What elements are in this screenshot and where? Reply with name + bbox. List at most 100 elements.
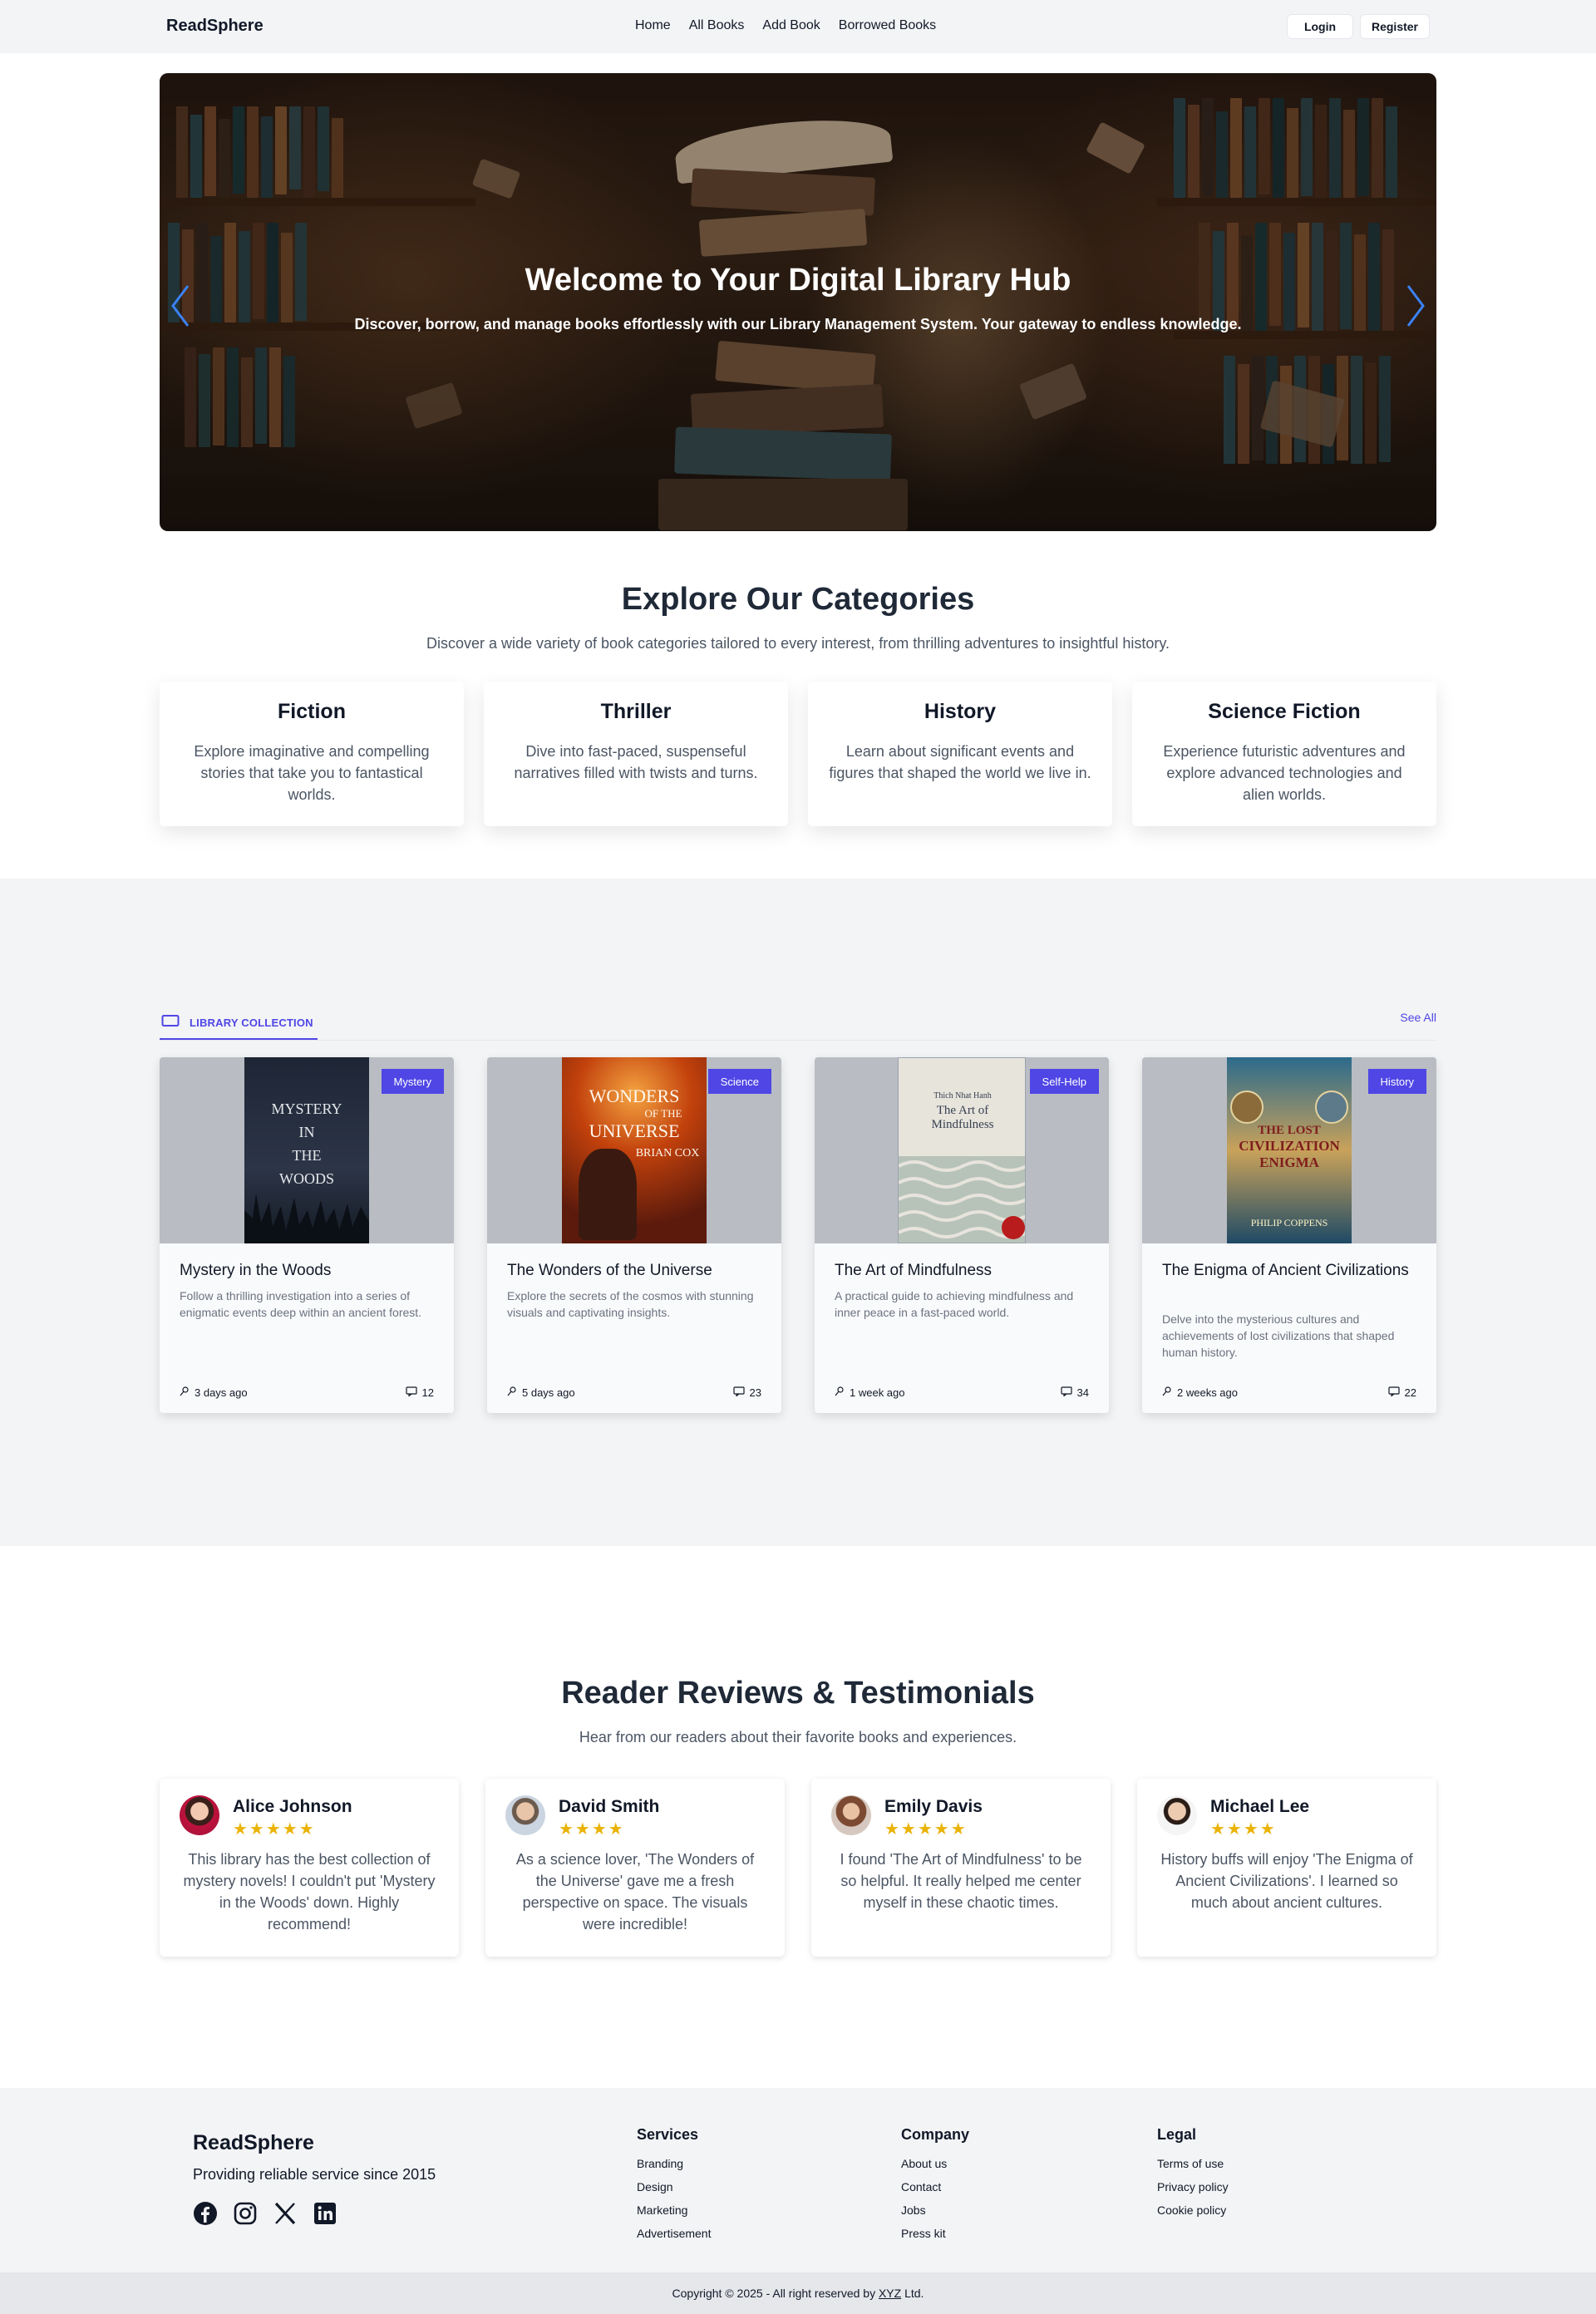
review-card: Michael Lee ★★★★ History buffs will enjo… — [1137, 1779, 1436, 1957]
nav-link-borrowed-books[interactable]: Borrowed Books — [839, 18, 936, 33]
footer-link[interactable]: Advertisement — [637, 2222, 711, 2245]
footer-link[interactable]: Terms of use — [1157, 2152, 1229, 2175]
comment-count: 22 — [1404, 1386, 1416, 1399]
hero-carousel: Welcome to Your Digital Library Hub Disc… — [160, 73, 1436, 531]
chevron-right-icon[interactable] — [1403, 281, 1428, 331]
category-description: Learn about significant events and figur… — [829, 743, 1091, 781]
avatar — [180, 1795, 219, 1835]
see-all-link[interactable]: See All — [1400, 1011, 1436, 1024]
comment-icon — [1060, 1386, 1072, 1399]
linkedin-icon[interactable] — [313, 2201, 337, 2226]
reviews-title: Reader Reviews & Testimonials — [561, 1676, 1035, 1711]
category-badge: History — [1367, 1069, 1426, 1094]
nav-link-all-books[interactable]: All Books — [689, 18, 745, 33]
book-card[interactable]: Thich Nhat Hanh The Art of Mindfulness S… — [815, 1057, 1109, 1413]
tab-library-collection[interactable]: LIBRARY COLLECTION — [160, 1007, 318, 1040]
book-media: THE LOST CIVILIZATION ENIGMA PHILIP COPP… — [1142, 1057, 1436, 1243]
book-description: A practical guide to achieving mindfulne… — [835, 1289, 1074, 1319]
book-media: MYSTERY IN THE WOODS Mystery — [160, 1057, 454, 1243]
star-rating: ★★★★ — [559, 1820, 625, 1839]
avatar — [505, 1795, 545, 1835]
time-ago: 3 days ago — [195, 1386, 248, 1399]
category-card-thriller[interactable]: Thriller Dive into fast-paced, suspensef… — [484, 682, 788, 826]
comment-icon — [405, 1386, 417, 1399]
brand-logo[interactable]: ReadSphere — [166, 17, 264, 36]
reviewer-name: David Smith — [559, 1797, 660, 1816]
chevron-left-icon[interactable] — [168, 281, 193, 331]
footer-link[interactable]: Jobs — [901, 2198, 969, 2222]
comments-meta: 12 — [405, 1386, 434, 1399]
book-card[interactable]: MYSTERY IN THE WOODS Mystery Mystery in … — [160, 1057, 454, 1413]
footer-link[interactable]: Marketing — [637, 2198, 711, 2222]
book-media: WONDERS OF THE UNIVERSE BRIAN COX Scienc… — [487, 1057, 781, 1243]
categories-title: Explore Our Categories — [621, 582, 975, 617]
book-description: Delve into the mysterious cultures and a… — [1162, 1312, 1395, 1359]
category-card-history[interactable]: History Learn about significant events a… — [808, 682, 1112, 826]
facebook-icon[interactable] — [193, 2201, 218, 2226]
category-card-fiction[interactable]: Fiction Explore imaginative and compelli… — [160, 682, 464, 826]
category-description: Dive into fast-paced, suspenseful narrat… — [514, 743, 758, 781]
login-button[interactable]: Login — [1287, 14, 1353, 39]
review-text: This library has the best collection of … — [183, 1851, 436, 1932]
review-text: I found 'The Art of Mindfulness' to be s… — [840, 1851, 1082, 1911]
copyright-bar: Copyright © 2025 - All right reserved by… — [0, 2272, 1596, 2314]
footer: ReadSphere Providing reliable service si… — [0, 2088, 1596, 2272]
book-meta: 3 days ago 12 — [180, 1386, 434, 1399]
book-card[interactable]: WONDERS OF THE UNIVERSE BRIAN COX Scienc… — [487, 1057, 781, 1413]
footer-link[interactable]: Privacy policy — [1157, 2175, 1229, 2198]
category-badge: Science — [707, 1069, 771, 1094]
book-cover-image: Thich Nhat Hanh The Art of Mindfulness — [898, 1057, 1026, 1243]
x-icon[interactable] — [273, 2201, 298, 2226]
category-name: Fiction — [278, 700, 346, 723]
reviewer-name: Michael Lee — [1210, 1797, 1310, 1816]
pin-icon — [835, 1386, 845, 1399]
footer-link[interactable]: Branding — [637, 2152, 711, 2175]
time-ago: 2 weeks ago — [1177, 1386, 1238, 1399]
reviewer-name: Alice Johnson — [233, 1797, 352, 1816]
book-meta: 2 weeks ago 22 — [1162, 1386, 1416, 1399]
reviews-subtitle: Hear from our readers about their favori… — [579, 1729, 1017, 1745]
footer-link[interactable]: Contact — [901, 2175, 969, 2198]
footer-column-title: Legal — [1157, 2126, 1197, 2143]
footer-link[interactable]: Press kit — [901, 2222, 969, 2245]
review-text: As a science lover, 'The Wonders of the … — [515, 1851, 755, 1932]
book-title[interactable]: The Wonders of the Universe — [507, 1259, 761, 1282]
time-ago: 5 days ago — [522, 1386, 575, 1399]
review-card: David Smith ★★★★ As a science lover, 'Th… — [485, 1779, 785, 1957]
book-icon — [161, 1014, 180, 1031]
instagram-icon[interactable] — [233, 2201, 258, 2226]
book-card[interactable]: THE LOST CIVILIZATION ENIGMA PHILIP COPP… — [1142, 1057, 1436, 1413]
star-rating: ★★★★ — [1210, 1820, 1277, 1839]
book-media: Thich Nhat Hanh The Art of Mindfulness S… — [815, 1057, 1109, 1243]
time-ago: 1 week ago — [850, 1386, 905, 1399]
categories-subtitle: Discover a wide variety of book categori… — [426, 635, 1170, 652]
comment-count: 34 — [1076, 1386, 1089, 1399]
category-name: History — [924, 700, 997, 723]
book-title[interactable]: The Art of Mindfulness — [835, 1259, 1089, 1282]
comment-count: 23 — [749, 1386, 761, 1399]
register-button[interactable]: Register — [1360, 14, 1430, 39]
category-description: Explore imaginative and compelling stori… — [194, 743, 430, 803]
book-title[interactable]: Mystery in the Woods — [180, 1259, 434, 1282]
footer-link[interactable]: Design — [637, 2175, 711, 2198]
review-text: History buffs will enjoy 'The Enigma of … — [1160, 1851, 1413, 1911]
copyright-text: Copyright © 2025 - All right reserved by — [672, 2287, 879, 2300]
navbar: ReadSphere Home All Books Add Book Borro… — [0, 0, 1596, 53]
avatar — [1157, 1795, 1197, 1835]
category-card-science-fiction[interactable]: Science Fiction Experience futuristic ad… — [1132, 682, 1436, 826]
category-badge: Self-Help — [1029, 1069, 1099, 1094]
comment-count: 12 — [421, 1386, 434, 1399]
nav-link-home[interactable]: Home — [635, 18, 671, 33]
book-cover-image: MYSTERY IN THE WOODS — [244, 1057, 369, 1243]
footer-link[interactable]: About us — [901, 2152, 969, 2175]
tab-label: LIBRARY COLLECTION — [190, 1017, 313, 1029]
book-title[interactable]: The Enigma of Ancient Civilizations — [1162, 1259, 1416, 1282]
nav-link-add-book[interactable]: Add Book — [762, 18, 820, 33]
footer-link[interactable]: Cookie policy — [1157, 2198, 1229, 2222]
copyright-company-link[interactable]: XYZ — [879, 2287, 901, 2300]
comment-icon — [1387, 1386, 1400, 1399]
time-meta: 5 days ago — [507, 1386, 575, 1399]
footer-column-title: Services — [637, 2126, 699, 2143]
hero-overlay — [160, 73, 1436, 531]
star-rating: ★★★★★ — [884, 1820, 968, 1839]
